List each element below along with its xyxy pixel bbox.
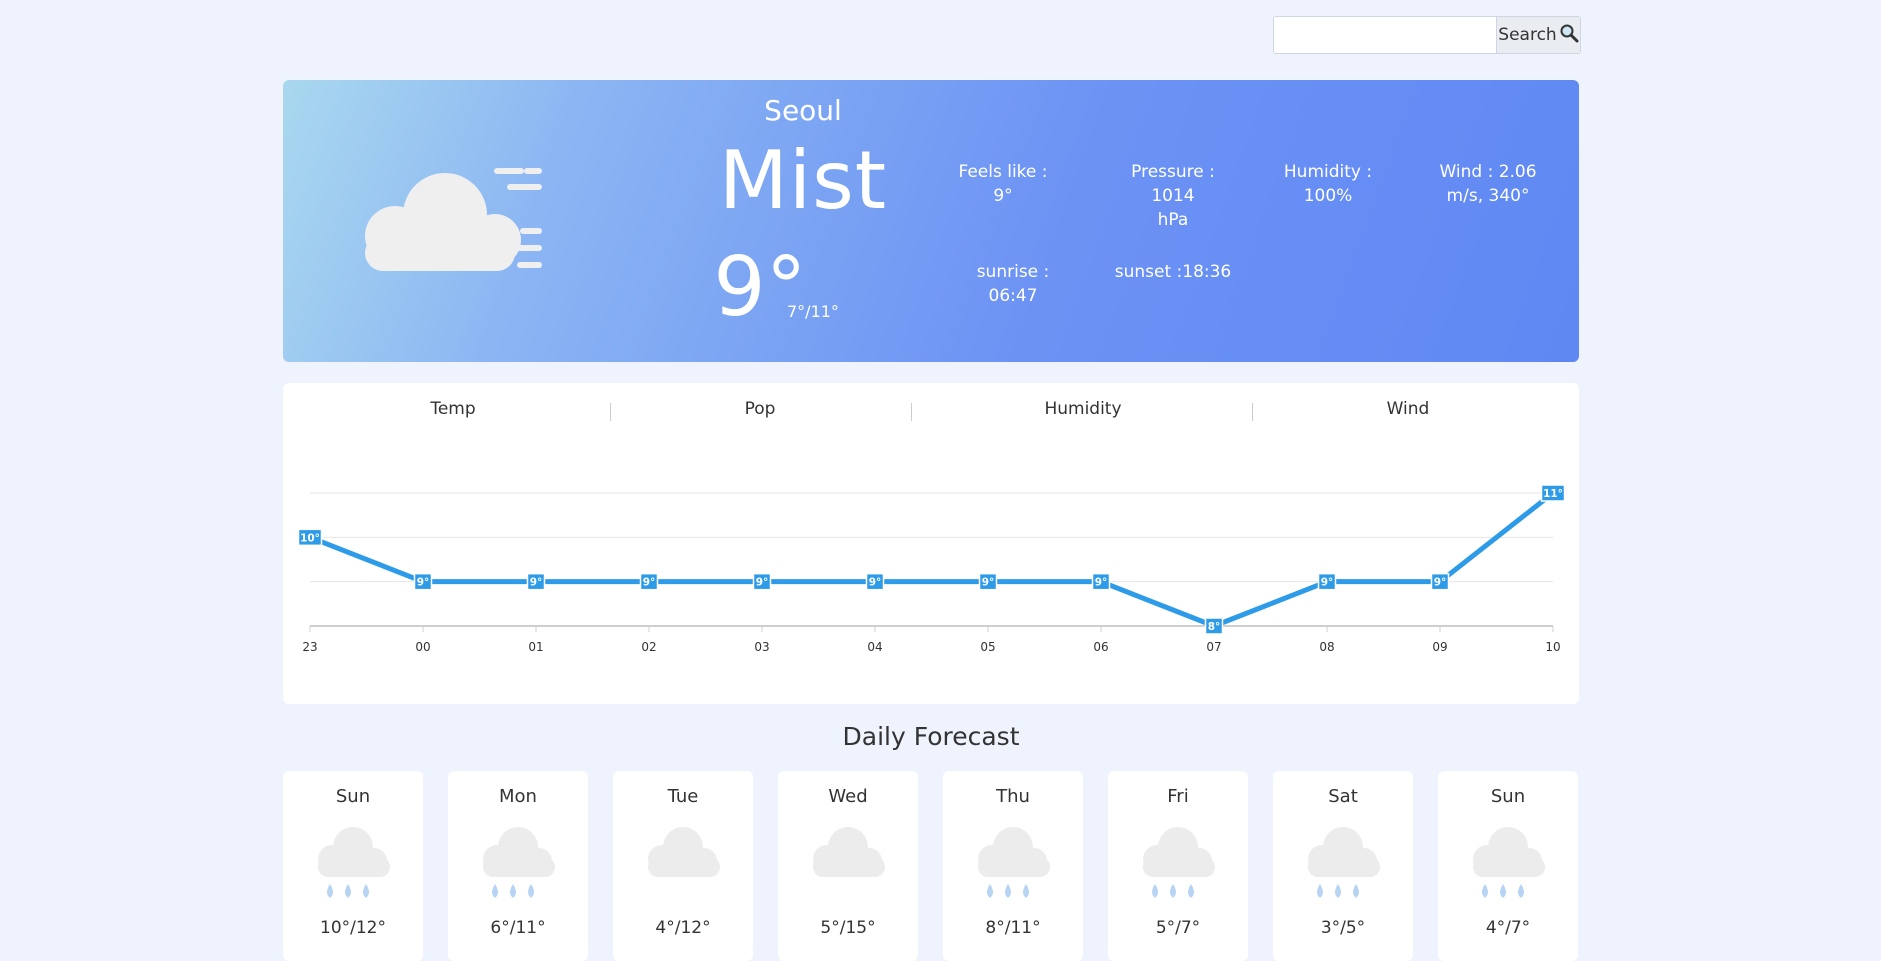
- temperature-line-chart: 23 00 01 02 03 04 05 06 07 08 09 10 10° 9° 9° 9° 9° 9° 9° 9…: [297, 484, 1566, 654]
- day-temp-range: 8°/11°: [985, 918, 1041, 938]
- day-card: Wed 5°/15°: [778, 771, 918, 961]
- search-icon: [1559, 23, 1579, 48]
- feels-like: Feels like : 9°: [953, 160, 1053, 208]
- day-card: Fri 5°/7°: [1108, 771, 1248, 961]
- search-button[interactable]: Search: [1496, 17, 1580, 53]
- humidity-line1: Humidity :: [1283, 162, 1373, 182]
- humidity-line2: 100%: [1303, 186, 1353, 206]
- x-tick-label: 09: [1432, 640, 1447, 654]
- data-label: 9°: [417, 577, 430, 589]
- day-card: Mon 6°/11°: [448, 771, 588, 961]
- search-button-label: Search: [1498, 25, 1557, 45]
- data-label: 9°: [1095, 577, 1108, 589]
- daily-forecast-title: Daily Forecast: [842, 722, 1020, 751]
- x-tick-label: 07: [1206, 640, 1221, 654]
- wind-line1: Wind : 2.06: [1439, 162, 1537, 182]
- day-card: Sat 3°/5°: [1273, 771, 1413, 961]
- data-label: 9°: [643, 577, 656, 589]
- day-temp-range: 3°/5°: [1320, 918, 1366, 938]
- day-name: Sun: [335, 786, 371, 807]
- wind-line2: m/s, 340°: [1446, 186, 1530, 206]
- rain-cloud-icon: [1298, 823, 1388, 907]
- search-bar: Search: [1273, 16, 1581, 54]
- x-tick-label: 00: [415, 640, 430, 654]
- day-name: Mon: [499, 786, 537, 807]
- x-tick-label: 02: [641, 640, 656, 654]
- day-name: Thu: [996, 786, 1030, 807]
- data-label: 9°: [530, 577, 543, 589]
- x-tick-label: 23: [302, 640, 317, 654]
- data-label: 9°: [869, 577, 882, 589]
- humidity: Humidity : 100%: [1278, 160, 1378, 208]
- feels-like-text: Feels like : 9°: [958, 162, 1048, 206]
- rain-cloud-icon: [968, 823, 1058, 907]
- day-temp-range: 6°/11°: [490, 918, 546, 938]
- pressure-line1: Pressure : 1014: [1131, 162, 1215, 206]
- day-card: Sun 4°/7°: [1438, 771, 1578, 961]
- day-name: Sat: [1328, 786, 1358, 807]
- x-tick-label: 06: [1093, 640, 1108, 654]
- day-temp-range: 4°/7°: [1485, 918, 1531, 938]
- x-tick-label: 03: [754, 640, 769, 654]
- current-weather-card: Seoul Mist 9° 7°/11° Feels like : 9° Pre…: [283, 80, 1579, 362]
- temperature-series-line: [309, 491, 1555, 629]
- rain-cloud-icon: [308, 823, 398, 907]
- data-label: 8°: [1208, 621, 1221, 633]
- day-name: Tue: [667, 786, 699, 807]
- day-temp-range: 10°/12°: [320, 918, 386, 938]
- cloud-icon: [638, 823, 728, 907]
- day-card: Thu 8°/11°: [943, 771, 1083, 961]
- day-name: Fri: [1167, 786, 1189, 807]
- x-tick-label: 04: [867, 640, 882, 654]
- rain-cloud-icon: [1463, 823, 1553, 907]
- day-temp-range: 5°/7°: [1155, 918, 1201, 938]
- x-tick-label: 08: [1319, 640, 1334, 654]
- day-name: Sun: [1490, 786, 1526, 807]
- search-input[interactable]: [1274, 17, 1496, 53]
- cloud-icon: [803, 823, 893, 907]
- hourly-chart-card: Temp Pop Humidity Wind 23 00 01 02 03 04 05 06 0…: [283, 383, 1579, 704]
- data-label: 9°: [982, 577, 995, 589]
- sunset: sunset :18:36: [1114, 262, 1232, 282]
- day-card: Sun 10°/12°: [283, 771, 423, 961]
- data-label: 9°: [756, 577, 769, 589]
- rain-cloud-icon: [1133, 823, 1223, 907]
- day-name: Wed: [828, 786, 868, 807]
- data-label: 11°: [1543, 488, 1563, 500]
- pressure-line2: hPa: [1157, 210, 1189, 230]
- x-tick-label: 10: [1545, 640, 1560, 654]
- min-max-temperature: 7°/11°: [787, 302, 839, 321]
- data-label: 9°: [1434, 577, 1447, 589]
- sunrise: sunrise : 06:47: [976, 262, 1050, 306]
- weather-description: Mist: [718, 134, 888, 227]
- data-label: 9°: [1321, 577, 1334, 589]
- city-name: Seoul: [764, 94, 842, 127]
- x-tick-label: 01: [528, 640, 543, 654]
- day-temp-range: 5°/15°: [820, 918, 876, 938]
- day-temp-range: 4°/12°: [655, 918, 711, 938]
- day-card: Tue 4°/12°: [613, 771, 753, 961]
- x-tick-label: 05: [980, 640, 995, 654]
- rain-cloud-icon: [473, 823, 563, 907]
- mist-cloud-icon: [350, 163, 550, 277]
- pressure: Pressure : 1014 hPa: [1108, 160, 1238, 232]
- wind: Wind : 2.06 m/s, 340°: [1423, 160, 1553, 208]
- data-label: 10°: [300, 532, 320, 544]
